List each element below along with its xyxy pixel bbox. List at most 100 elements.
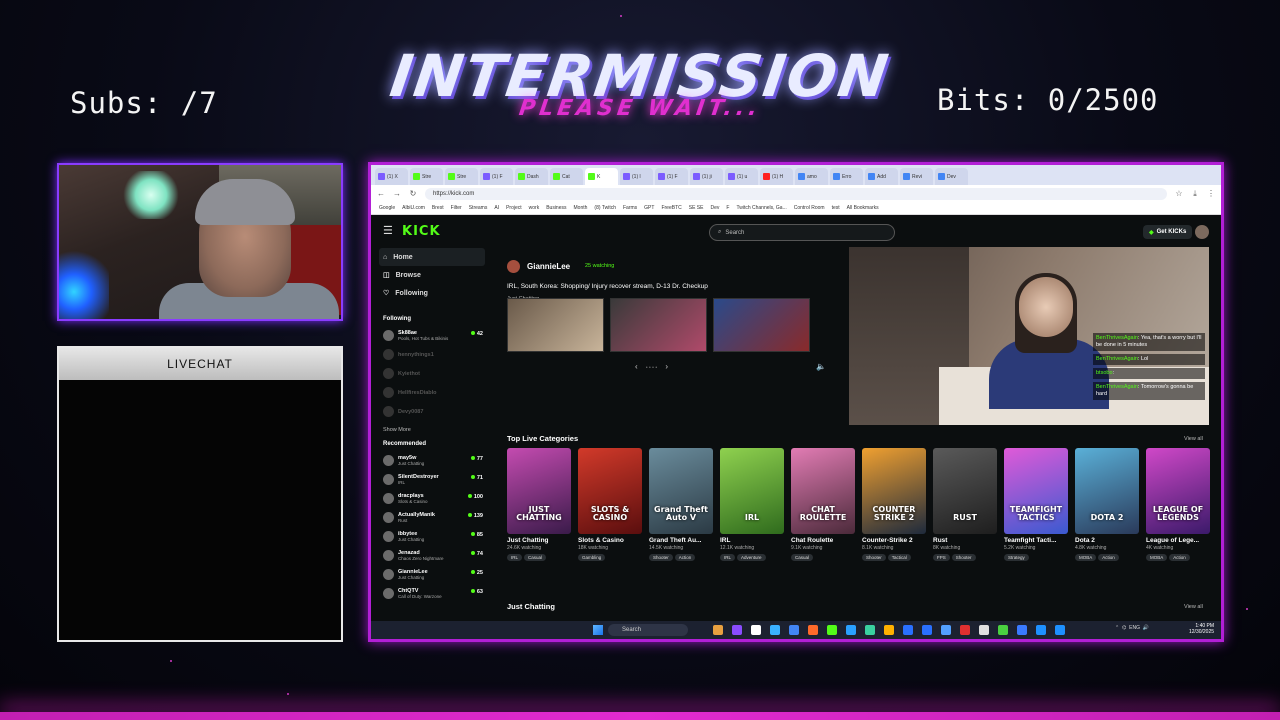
browser-tab[interactable]: Revi bbox=[900, 168, 933, 185]
carousel-thumbnail[interactable] bbox=[610, 298, 707, 352]
browser-tab[interactable]: (1) X bbox=[375, 168, 408, 185]
bookmark-item[interactable]: Twitch Channels, Ga... bbox=[736, 205, 786, 211]
category-tag[interactable]: Shooter bbox=[951, 554, 976, 561]
star-icon[interactable]: ☆ bbox=[1175, 189, 1183, 198]
browser-tab[interactable]: amo bbox=[795, 168, 828, 185]
carousel-next-icon[interactable]: › bbox=[665, 362, 668, 371]
user-avatar[interactable] bbox=[1195, 225, 1209, 239]
taskbar-app-icon[interactable] bbox=[903, 625, 913, 635]
bookmark-item[interactable]: GPT bbox=[644, 205, 654, 211]
category-card[interactable]: Grand Theft Auto V Grand Theft Au... 14.5K… bbox=[649, 448, 713, 561]
taskbar-app-icon[interactable] bbox=[713, 625, 723, 635]
bookmark-item[interactable]: Project bbox=[506, 205, 522, 211]
category-tag[interactable]: Action bbox=[1169, 554, 1190, 561]
nav-following[interactable]: ♡ Following bbox=[383, 284, 489, 302]
sidebar-channel[interactable]: dracplays Slots & Casino 100 bbox=[383, 489, 483, 508]
kick-search-input[interactable]: ⌕ Search bbox=[709, 224, 895, 241]
nav-home[interactable]: ⌂ Home bbox=[379, 248, 485, 266]
browser-tab[interactable]: Dash bbox=[515, 168, 548, 185]
featured-video-player[interactable]: BenThrivesAgain: Yea, that's a worry but… bbox=[849, 247, 1209, 425]
sidebar-channel[interactable]: SilentDestroyer IRL 71 bbox=[383, 470, 483, 489]
taskbar-app-icon[interactable] bbox=[998, 625, 1008, 635]
category-card[interactable]: LEAGUE OF LEGENDS League of Lege... 4K wat… bbox=[1146, 448, 1210, 561]
bookmark-item[interactable]: work bbox=[529, 205, 540, 211]
browser-tab[interactable]: Erro bbox=[830, 168, 863, 185]
category-tag[interactable]: MOBA bbox=[1075, 554, 1097, 561]
sidebar-channel[interactable]: Kyiethot bbox=[383, 364, 483, 383]
hamburger-icon[interactable]: ☰ bbox=[383, 224, 393, 237]
category-card[interactable]: RUST Rust 8K watching FPS Shooter bbox=[933, 448, 997, 561]
sidebar-channel[interactable]: HellfiresDiablo bbox=[383, 383, 483, 402]
bookmark-item[interactable]: Month bbox=[574, 205, 588, 211]
browser-tab[interactable]: (1) u bbox=[725, 168, 758, 185]
carousel-prev-icon[interactable]: ‹ bbox=[635, 362, 638, 371]
browser-tab[interactable]: Stre bbox=[445, 168, 478, 185]
forward-icon[interactable]: → bbox=[393, 189, 401, 198]
browser-tab[interactable]: Dev bbox=[935, 168, 968, 185]
browser-tab[interactable]: K bbox=[585, 168, 618, 185]
bookmark-item[interactable]: test bbox=[832, 205, 840, 211]
taskbar-app-icon[interactable] bbox=[827, 625, 837, 635]
browser-tab[interactable]: Stre bbox=[410, 168, 443, 185]
taskbar-app-icon[interactable] bbox=[789, 625, 799, 635]
taskbar-app-icon[interactable] bbox=[960, 625, 970, 635]
category-tag[interactable]: Adventure bbox=[737, 554, 766, 561]
reload-icon[interactable]: ↻ bbox=[409, 189, 417, 198]
category-tag[interactable]: Shooter bbox=[862, 554, 886, 561]
address-bar[interactable]: https://kick.com bbox=[425, 187, 1167, 200]
category-tag[interactable]: MOBA bbox=[1146, 554, 1168, 561]
bookmark-item[interactable]: (8) Twitch bbox=[594, 205, 616, 211]
category-card[interactable]: SLOTS & CASINO Slots & Casino 18K watching… bbox=[578, 448, 642, 561]
bookmark-item[interactable]: SE SE bbox=[689, 205, 704, 211]
taskbar-app-icon[interactable] bbox=[884, 625, 894, 635]
sidebar-channel[interactable]: ChtQTV Call of Duty: Warzone 63 bbox=[383, 584, 483, 603]
taskbar-app-icon[interactable] bbox=[1017, 625, 1027, 635]
category-tag[interactable]: Action bbox=[1098, 554, 1119, 561]
carousel-thumbnail[interactable] bbox=[713, 298, 810, 352]
view-all-just-chatting-link[interactable]: View all bbox=[1184, 604, 1203, 610]
category-card[interactable]: IRL IRL 12.1K watching IRL Adventure bbox=[720, 448, 784, 561]
bookmark-item[interactable]: FreeBTC bbox=[661, 205, 681, 211]
bookmark-item[interactable]: Google bbox=[379, 205, 395, 211]
bookmark-item[interactable]: F bbox=[726, 205, 729, 211]
browser-tab[interactable]: Add bbox=[865, 168, 898, 185]
category-tag[interactable]: Casual bbox=[524, 554, 547, 561]
bookmark-item[interactable]: Filter bbox=[451, 205, 462, 211]
category-tag[interactable]: Gambling bbox=[578, 554, 606, 561]
category-tag[interactable]: Strategy bbox=[1004, 554, 1029, 561]
sidebar-channel[interactable]: Devy0087 bbox=[383, 402, 483, 421]
sidebar-channel[interactable]: GiannieLee Just Chatting 25 bbox=[383, 565, 483, 584]
category-card[interactable]: TEAMFIGHT TACTICS Teamfight Tacti... 5.2K … bbox=[1004, 448, 1068, 561]
volume-icon[interactable]: 🔈 bbox=[816, 362, 826, 371]
taskbar-app-icon[interactable] bbox=[922, 625, 932, 635]
featured-avatar[interactable] bbox=[507, 260, 520, 273]
windows-start-icon[interactable] bbox=[593, 625, 603, 635]
category-tag[interactable]: Tactical bbox=[887, 554, 911, 561]
taskbar-app-icon[interactable] bbox=[770, 625, 780, 635]
category-card[interactable]: JUST CHATTING Just Chatting 24.6K watching… bbox=[507, 448, 571, 561]
taskbar-app-icon[interactable] bbox=[732, 625, 742, 635]
taskbar-app-icon[interactable] bbox=[846, 625, 856, 635]
carousel-thumbnail[interactable] bbox=[507, 298, 604, 352]
back-icon[interactable]: ← bbox=[377, 189, 385, 198]
system-tray[interactable]: ⌃ ⌬ ENG 🔊 bbox=[1115, 625, 1149, 631]
taskbar-app-icon[interactable] bbox=[751, 625, 761, 635]
sidebar-channel[interactable]: may5w Just Chatting 77 bbox=[383, 451, 483, 470]
taskbar-app-icon[interactable] bbox=[808, 625, 818, 635]
taskbar-app-icon[interactable] bbox=[979, 625, 989, 635]
kick-logo[interactable]: KICK bbox=[402, 224, 441, 239]
taskbar-app-icon[interactable] bbox=[1036, 625, 1046, 635]
sidebar-channel[interactable]: Jenazad Chaos Zero Nightmare 74 bbox=[383, 546, 483, 565]
show-more-link[interactable]: Show More bbox=[383, 427, 489, 433]
bookmark-item[interactable]: Brest bbox=[432, 205, 444, 211]
sidebar-channel[interactable]: Sk88ae Pools, Hot Tubs & Bikinis 42 bbox=[383, 326, 483, 345]
sidebar-channel[interactable]: ibbytee Just Chatting 85 bbox=[383, 527, 483, 546]
category-card[interactable]: COUNTER STRIKE 2 Counter-Strike 2 8.1K wat… bbox=[862, 448, 926, 561]
category-tag[interactable]: IRL bbox=[507, 554, 523, 561]
category-tag[interactable]: Casual bbox=[791, 554, 814, 561]
browser-tab[interactable]: (1) l bbox=[620, 168, 653, 185]
browser-tab[interactable]: Cat bbox=[550, 168, 583, 185]
taskbar-clock[interactable]: 1:40 PM 12/30/2025 bbox=[1189, 623, 1214, 635]
browser-tab[interactable]: (1) F bbox=[480, 168, 513, 185]
bookmark-item[interactable]: Dev bbox=[710, 205, 719, 211]
